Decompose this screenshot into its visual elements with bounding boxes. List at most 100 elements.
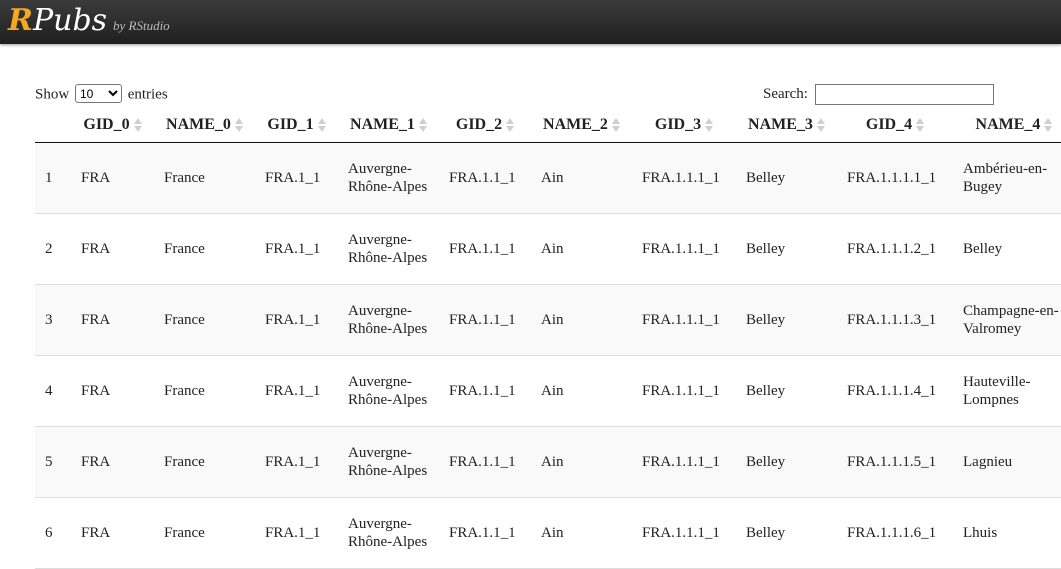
row-index-cell: 6: [45, 525, 53, 541]
table-cell: Lhuis: [963, 525, 998, 541]
table-body: 1 FRA France FRA.1_1 Auvergne-Rhône-Alpes FRA…: [35, 142, 1061, 569]
row-index-cell: 4: [45, 383, 53, 399]
row-index-cell: 3: [45, 312, 53, 328]
table-cell: FRA: [81, 241, 111, 257]
table-cell: FRA.1.1.1_1: [642, 170, 720, 186]
column-header-label: NAME_1: [350, 116, 415, 133]
page-length-control: Show 10 entries: [35, 84, 168, 104]
table-cell: FRA.1.1.1.3_1: [847, 312, 937, 328]
table-cell: Belley: [746, 170, 786, 186]
table-cell: FRA: [81, 312, 111, 328]
column-header-gid-4[interactable]: GID_4: [837, 108, 953, 143]
sort-arrows-icon: [133, 117, 142, 133]
table-cell: Belley: [963, 241, 1003, 257]
table-cell: Hauteville-Lompnes: [963, 374, 1031, 408]
table-row: 1 FRA France FRA.1_1 Auvergne-Rhône-Alpes FRA…: [35, 142, 1061, 214]
table-cell: Belley: [746, 312, 786, 328]
rpubs-logo[interactable]: RPubs: [8, 2, 107, 40]
search-control: Search:: [763, 84, 994, 105]
table-cell: FRA.1.1.1.1_1: [847, 170, 937, 186]
table-cell: France: [164, 312, 205, 328]
table-cell: FRA.1.1.1_1: [642, 454, 720, 470]
table-controls: Show 10 entries Search:: [35, 84, 1061, 108]
table-cell: FRA: [81, 454, 111, 470]
table-cell: France: [164, 525, 205, 541]
page-length-select[interactable]: 10: [74, 84, 122, 103]
data-table-container: GID_0 NAME_0 GID_1 NAME_1 GID_2 NAME_2 GID_3 NA…: [35, 108, 1061, 569]
table-cell: FRA.1_1: [265, 525, 321, 541]
table-cell: FRA.1.1.1_1: [642, 312, 720, 328]
sort-arrows-icon: [418, 117, 427, 133]
show-label: Show: [35, 86, 70, 103]
sort-arrows-icon: [816, 117, 825, 133]
table-cell: FRA.1.1.1_1: [642, 241, 720, 257]
table-cell: Ain: [541, 312, 564, 328]
column-header-name-2[interactable]: NAME_2: [531, 108, 632, 143]
table-cell: FRA.1.1.1.2_1: [847, 241, 937, 257]
table-cell: FRA.1.1.1_1: [642, 525, 720, 541]
table-cell: Ain: [541, 383, 564, 399]
table-cell: France: [164, 241, 205, 257]
table-cell: Belley: [746, 525, 786, 541]
table-cell: France: [164, 454, 205, 470]
table-cell: FRA.1_1: [265, 312, 321, 328]
byline: by RStudio: [113, 18, 170, 33]
column-header-name-1[interactable]: NAME_1: [338, 108, 439, 143]
table-cell: Lagnieu: [963, 454, 1013, 470]
table-cell: Ain: [541, 241, 564, 257]
column-header-gid-2[interactable]: GID_2: [439, 108, 531, 143]
table-cell: Champagne-en-Valromey: [963, 303, 1059, 337]
column-header-label: NAME_3: [748, 116, 813, 133]
search-input[interactable]: [814, 84, 994, 105]
column-header-label: NAME_4: [975, 116, 1041, 133]
table-cell: FRA.1_1: [265, 241, 321, 257]
table-cell: FRA.1.1_1: [449, 312, 516, 328]
table-row: 5 FRA France FRA.1_1 Auvergne-Rhône-Alpes FRA…: [35, 426, 1061, 498]
column-header-name-3[interactable]: NAME_3: [736, 108, 837, 143]
column-header-label: GID_3: [654, 116, 702, 133]
row-index-cell: 5: [45, 454, 53, 470]
table-cell: FRA.1.1_1: [449, 241, 516, 257]
table-cell: FRA.1.1.1.4_1: [847, 383, 937, 399]
row-index-cell: 2: [45, 241, 53, 257]
table-row: 6 FRA France FRA.1_1 Auvergne-Rhône-Alpes FRA…: [35, 498, 1061, 569]
table-cell: FRA.1.1_1: [449, 170, 516, 186]
column-header-gid-3[interactable]: GID_3: [632, 108, 736, 143]
table-cell: FRA: [81, 525, 111, 541]
table-row: 4 FRA France FRA.1_1 Auvergne-Rhône-Alpes FRA…: [35, 356, 1061, 427]
column-header-label: GID_4: [865, 116, 913, 133]
sort-arrows-icon: [916, 117, 925, 133]
table-cell: FRA.1.1_1: [449, 454, 516, 470]
table-row: 2 FRA France FRA.1_1 Auvergne-Rhône-Alpes FRA…: [35, 214, 1061, 285]
sort-arrows-icon: [1044, 117, 1053, 133]
table-row: 3 FRA France FRA.1_1 Auvergne-Rhône-Alpes FRA…: [35, 284, 1061, 356]
sort-arrows-icon: [506, 117, 515, 133]
column-header-label: GID_1: [267, 116, 314, 133]
column-header-name-4[interactable]: NAME_4: [953, 108, 1061, 143]
table-cell: Auvergne-Rhône-Alpes: [348, 516, 428, 550]
table-cell: Belley: [746, 241, 786, 257]
search-label: Search:: [763, 86, 808, 102]
table-cell: FRA.1.1_1: [449, 525, 516, 541]
column-header-label: NAME_2: [543, 116, 608, 133]
sort-arrows-icon: [705, 117, 714, 133]
column-header-gid-1[interactable]: GID_1: [255, 108, 338, 143]
row-index-cell: 1: [45, 170, 53, 186]
table-cell: France: [164, 170, 205, 186]
table-cell: Ambérieu-en-Bugey: [963, 161, 1048, 195]
column-header-name-0[interactable]: NAME_0: [154, 108, 255, 143]
column-header-gid-0[interactable]: GID_0: [71, 108, 154, 143]
table-cell: FRA.1.1.1.6_1: [847, 525, 937, 541]
logo-r: R: [8, 3, 33, 38]
top-navbar: RPubs by RStudio: [0, 0, 1061, 44]
column-header-label: GID_2: [455, 116, 503, 133]
table-cell: France: [164, 383, 205, 399]
table-cell: FRA.1_1: [265, 170, 321, 186]
table-cell: FRA.1.1.1.5_1: [847, 454, 937, 470]
table-cell: Auvergne-Rhône-Alpes: [348, 445, 428, 479]
data-table: GID_0 NAME_0 GID_1 NAME_1 GID_2 NAME_2 GID_3 NA…: [35, 108, 1061, 569]
table-cell: FRA: [81, 383, 111, 399]
table-cell: Auvergne-Rhône-Alpes: [348, 374, 428, 408]
table-cell: Belley: [746, 383, 786, 399]
table-cell: FRA: [81, 170, 111, 186]
